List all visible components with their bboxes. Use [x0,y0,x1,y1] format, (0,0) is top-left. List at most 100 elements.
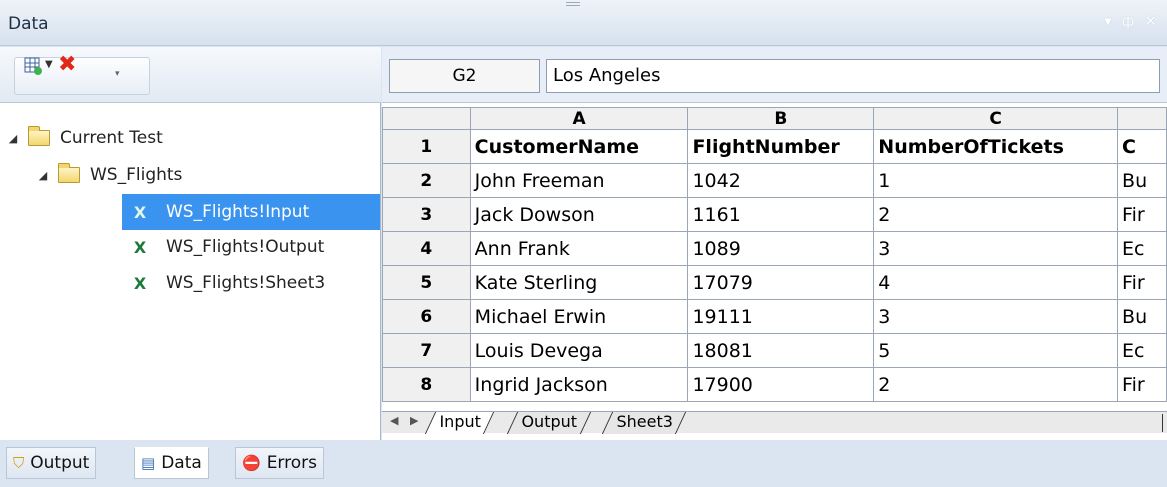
column-header-d[interactable] [1117,107,1167,130]
corner-cell[interactable] [382,107,471,130]
cell[interactable]: John Freeman [469,163,689,198]
cell[interactable]: Ingrid Jackson [469,367,689,402]
tree-node-sheet3[interactable]: X WS_Flights!Sheet3 [130,265,325,301]
output-icon: ⛉ [13,454,25,472]
tab-data[interactable]: ▤ Data [134,447,209,479]
cell[interactable]: 1 [873,163,1119,198]
sheet-tab-sheet3[interactable]: Sheet3 [601,412,687,434]
tree-node-current-test[interactable]: ◢ Current Test [4,120,163,156]
spreadsheet-pane: G2 Los Angeles A B C 1 CustomerName Flig… [382,47,1167,440]
column-header-a[interactable]: A [469,107,689,130]
cell[interactable]: CustomerName [469,129,689,164]
cell[interactable]: Kate Sterling [469,265,689,300]
cell[interactable]: 2 [873,367,1119,402]
sheet-tabs-bar: ◀ ▶ Input Output Sheet3 [382,411,1167,434]
cell[interactable]: Jack Dowson [469,197,689,232]
panel-title: Data [8,14,49,34]
tab-errors[interactable]: ⛔ Errors [235,447,324,479]
cell-reference-box[interactable]: G2 [389,59,540,93]
tree-label: WS_Flights!Input [166,202,310,222]
cell[interactable]: 3 [873,231,1119,266]
sheet-tab-input[interactable]: Input [424,412,495,434]
table-row: 6 Michael Erwin 19111 3 Bu [382,299,1167,334]
data-grid: A B C 1 CustomerName FlightNumber Number… [382,107,1167,402]
tree-label: Current Test [60,128,163,148]
row-header[interactable]: 5 [382,265,471,300]
horizontal-scrollbar[interactable] [1162,414,1166,432]
cell[interactable]: 18081 [687,333,875,368]
tree-node-ws-flights[interactable]: ◢ WS_Flights [34,157,182,193]
table-row: 4 Ann Frank 1089 3 Ec [382,231,1167,266]
grid-icon[interactable] [24,55,42,77]
close-icon[interactable]: ✕ [1144,12,1157,30]
sheet-tab-output[interactable]: Output [506,412,591,434]
data-toolbar: ▼ ✖ ▾ [0,47,381,103]
data-book-icon: ▤ [141,454,156,472]
cell[interactable]: 4 [873,265,1119,300]
folder-icon [28,126,50,146]
pin-icon[interactable]: ф [1122,12,1135,30]
bottom-panel-tabs: ⛉ Output ▤ Data ⛔ Errors [0,440,1167,487]
row-header[interactable]: 7 [382,333,471,368]
scroll-right-icon[interactable]: ▶ [410,414,418,427]
row-header[interactable]: 8 [382,367,471,402]
table-row: 8 Ingrid Jackson 17900 2 Fir [382,367,1167,402]
table-row: 2 John Freeman 1042 1 Bu [382,163,1167,198]
tab-output[interactable]: ⛉ Output [6,447,97,479]
row-header[interactable]: 1 [382,129,471,164]
excel-sheet-icon: X [133,273,147,293]
collapse-icon[interactable]: ◢ [4,132,22,145]
panel-titlebar: Data ▾ ф ✕ [0,0,1167,46]
cell[interactable]: Fir [1117,197,1167,232]
tree-label: WS_Flights!Sheet3 [166,273,326,293]
table-row: 3 Jack Dowson 1161 2 Fir [382,197,1167,232]
drag-grip[interactable] [566,2,580,6]
cell[interactable]: Fir [1117,265,1167,300]
cell[interactable]: Ann Frank [469,231,689,266]
excel-sheet-icon: X [133,202,147,222]
cell[interactable]: Bu [1117,299,1167,334]
folder-icon [58,163,80,183]
cell-value-input[interactable]: Los Angeles [546,59,1160,93]
column-header-b[interactable]: B [687,107,875,130]
row-header[interactable]: 6 [382,299,471,334]
cell[interactable]: 1161 [687,197,875,232]
dropdown-arrow-icon[interactable]: ▼ [45,59,53,81]
cell[interactable]: 1089 [687,231,875,266]
cell[interactable]: C [1117,129,1167,164]
cell[interactable]: 1042 [687,163,875,198]
formula-bar: G2 Los Angeles [382,47,1167,103]
tree-label: WS_Flights!Output [166,237,325,257]
column-header-c[interactable]: C [873,107,1119,130]
cell[interactable]: 3 [873,299,1119,334]
cell[interactable]: Bu [1117,163,1167,198]
tree-node-sheet-output[interactable]: X WS_Flights!Output [130,229,324,265]
tree-label: WS_Flights [90,165,183,185]
excel-sheet-icon: X [133,237,147,257]
cell[interactable]: Fir [1117,367,1167,402]
cell[interactable]: 2 [873,197,1119,232]
collapse-icon[interactable]: ◢ [34,169,52,182]
table-row: 5 Kate Sterling 17079 4 Fir [382,265,1167,300]
row-header[interactable]: 2 [382,163,471,198]
cell[interactable]: 17079 [687,265,875,300]
scroll-left-icon[interactable]: ◀ [390,414,398,427]
row-header[interactable]: 3 [382,197,471,232]
cell[interactable]: 5 [873,333,1119,368]
more-icon[interactable]: ▾ [115,69,120,91]
cell[interactable]: Michael Erwin [469,299,689,334]
errors-icon: ⛔ [242,454,261,472]
data-tree-pane: ▼ ✖ ▾ ◢ Current Test ◢ WS_Flights X WS_F… [0,47,381,440]
panel-menu-icon[interactable]: ▾ [1104,12,1112,30]
cell[interactable]: 17900 [687,367,875,402]
row-header[interactable]: 4 [382,231,471,266]
tree-node-sheet-input[interactable]: X WS_Flights!Input [122,194,380,230]
cell[interactable]: Ec [1117,333,1167,368]
cell[interactable]: Louis Devega [469,333,689,368]
cell[interactable]: 19111 [687,299,875,334]
table-row: 7 Louis Devega 18081 5 Ec [382,333,1167,368]
cell[interactable]: FlightNumber [687,129,875,164]
cell[interactable]: Ec [1117,231,1167,266]
cell[interactable]: NumberOfTickets [873,129,1119,164]
delete-icon[interactable]: ✖ [58,54,76,76]
